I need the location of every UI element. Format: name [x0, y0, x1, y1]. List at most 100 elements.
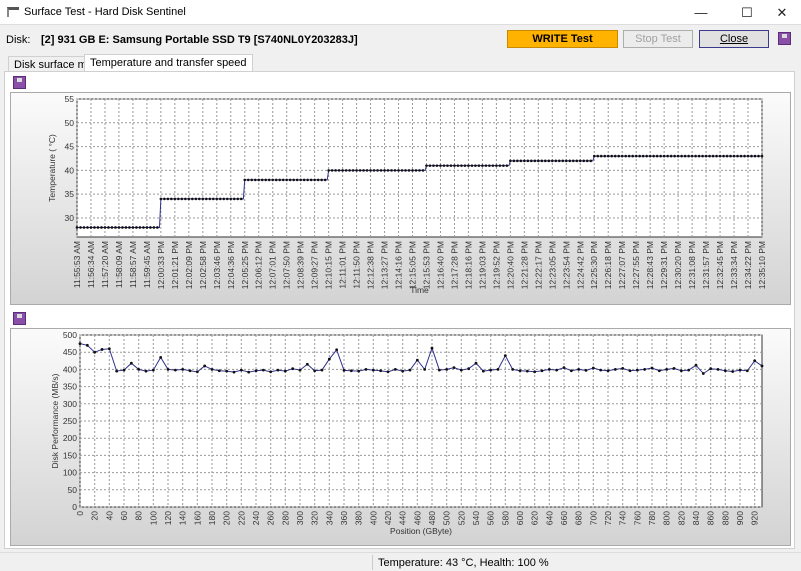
temperature-point [306, 178, 309, 182]
maximize-button[interactable]: ☐ [727, 0, 767, 25]
temperature-point [264, 178, 268, 182]
x-tick-label: 920 [750, 511, 760, 525]
x-tick-label: 900 [735, 511, 745, 525]
temperature-point [250, 178, 254, 182]
temperature-point [299, 178, 302, 182]
x-tick-label: 11:58:09 AM [114, 241, 124, 288]
x-tick-label: 820 [676, 511, 686, 525]
performance-point [613, 368, 617, 371]
x-tick-label: 40 [104, 511, 114, 521]
temperature-point [246, 178, 250, 182]
y-tick-label: 500 [63, 330, 77, 340]
title-bar: Surface Test - Hard Disk Sentinel — ☐ ✕ [0, 0, 801, 25]
performance-point [423, 368, 427, 371]
x-tick-label: 11:59:45 AM [142, 241, 152, 288]
temperature-point [173, 197, 177, 201]
stop-test-button[interactable]: Stop Test [623, 30, 693, 48]
temperature-point [121, 226, 124, 229]
temperature-point [163, 197, 166, 201]
temperature-point [166, 197, 170, 201]
temperature-point [397, 169, 400, 172]
x-tick-label: 12:33:34 PM [729, 241, 739, 289]
x-tick-label: 200 [222, 511, 232, 525]
temperature-point [205, 197, 208, 201]
performance-point [188, 369, 192, 373]
x-tick-label: 12:14:16 PM [394, 241, 404, 289]
temperature-point [551, 159, 554, 163]
performance-point [555, 368, 559, 372]
save-performance-chart-icon[interactable] [13, 312, 26, 325]
performance-point [225, 369, 229, 373]
temperature-point [435, 164, 439, 167]
performance-point [371, 368, 375, 372]
temperature-point [701, 154, 704, 158]
y-tick-label: 350 [63, 382, 77, 392]
close-button[interactable]: Close [699, 30, 769, 48]
performance-point [525, 369, 529, 373]
performance-point [437, 368, 441, 372]
temperature-point [530, 159, 533, 163]
temperature-point [86, 226, 89, 229]
write-test-button[interactable]: WRITE Test [507, 30, 618, 48]
temperature-point [239, 197, 243, 201]
y-tick-label: 450 [63, 347, 77, 357]
temperature-point [89, 226, 93, 229]
temperature-point [267, 178, 271, 182]
y-tick-label: 100 [63, 468, 77, 478]
temperature-point [449, 164, 453, 167]
performance-point [753, 359, 757, 363]
temperature-point [648, 154, 652, 158]
x-tick-label: 12:04:36 PM [226, 241, 236, 289]
performance-point [85, 343, 89, 347]
temperature-point [446, 164, 449, 167]
temperature-point [302, 178, 306, 182]
temperature-point [260, 178, 264, 182]
temperature-point [467, 164, 470, 167]
performance-point [305, 362, 309, 366]
performance-point [584, 369, 588, 372]
y-tick-label: 55 [65, 94, 75, 104]
x-tick-label: 12:27:55 PM [631, 241, 641, 289]
temperature-point [313, 178, 316, 182]
temperature-point [526, 159, 530, 163]
status-bar: Temperature: 43 °C, Health: 100 % [0, 552, 801, 571]
x-tick-label: 12:20:40 PM [505, 241, 515, 289]
temperature-point [502, 164, 505, 167]
tab-temperature-transfer[interactable]: Temperature and transfer speed [84, 54, 253, 72]
performance-point [195, 370, 199, 374]
temperature-point [715, 154, 718, 158]
performance-point [481, 369, 485, 373]
temperature-point [316, 178, 320, 182]
save-temperature-chart-icon[interactable] [13, 76, 26, 89]
performance-point [313, 369, 317, 373]
temperature-point [442, 164, 446, 167]
x-tick-label: 11:56:34 AM [86, 241, 96, 288]
x-tick-label: 12:16:40 PM [435, 241, 445, 289]
temperature-point [676, 154, 680, 158]
x-tick-label: 11:57:20 AM [100, 241, 110, 288]
temperature-point [509, 159, 512, 163]
performance-point [342, 369, 346, 372]
x-tick-label: 140 [178, 511, 188, 525]
temperature-point [537, 159, 540, 163]
temperature-point [592, 154, 596, 158]
performance-point [591, 366, 595, 370]
performance-point [349, 369, 353, 373]
y-axis-label: Temperature ( °C) [47, 134, 57, 202]
x-tick-label: 20 [90, 511, 100, 521]
temperature-point [561, 159, 565, 163]
performance-point [261, 368, 265, 372]
close-window-button[interactable]: ✕ [762, 0, 801, 25]
save-icon[interactable] [778, 32, 791, 45]
temperature-point [344, 169, 348, 172]
temperature-point [540, 159, 544, 163]
performance-point [291, 367, 295, 371]
performance-point [467, 367, 471, 371]
minimize-button[interactable]: — [681, 0, 721, 25]
performance-point [78, 342, 82, 345]
temperature-point [624, 154, 627, 158]
temperature-point [212, 197, 215, 201]
temperature-point [474, 164, 477, 167]
x-tick-label: 80 [134, 511, 144, 521]
x-tick-label: 260 [266, 511, 276, 525]
